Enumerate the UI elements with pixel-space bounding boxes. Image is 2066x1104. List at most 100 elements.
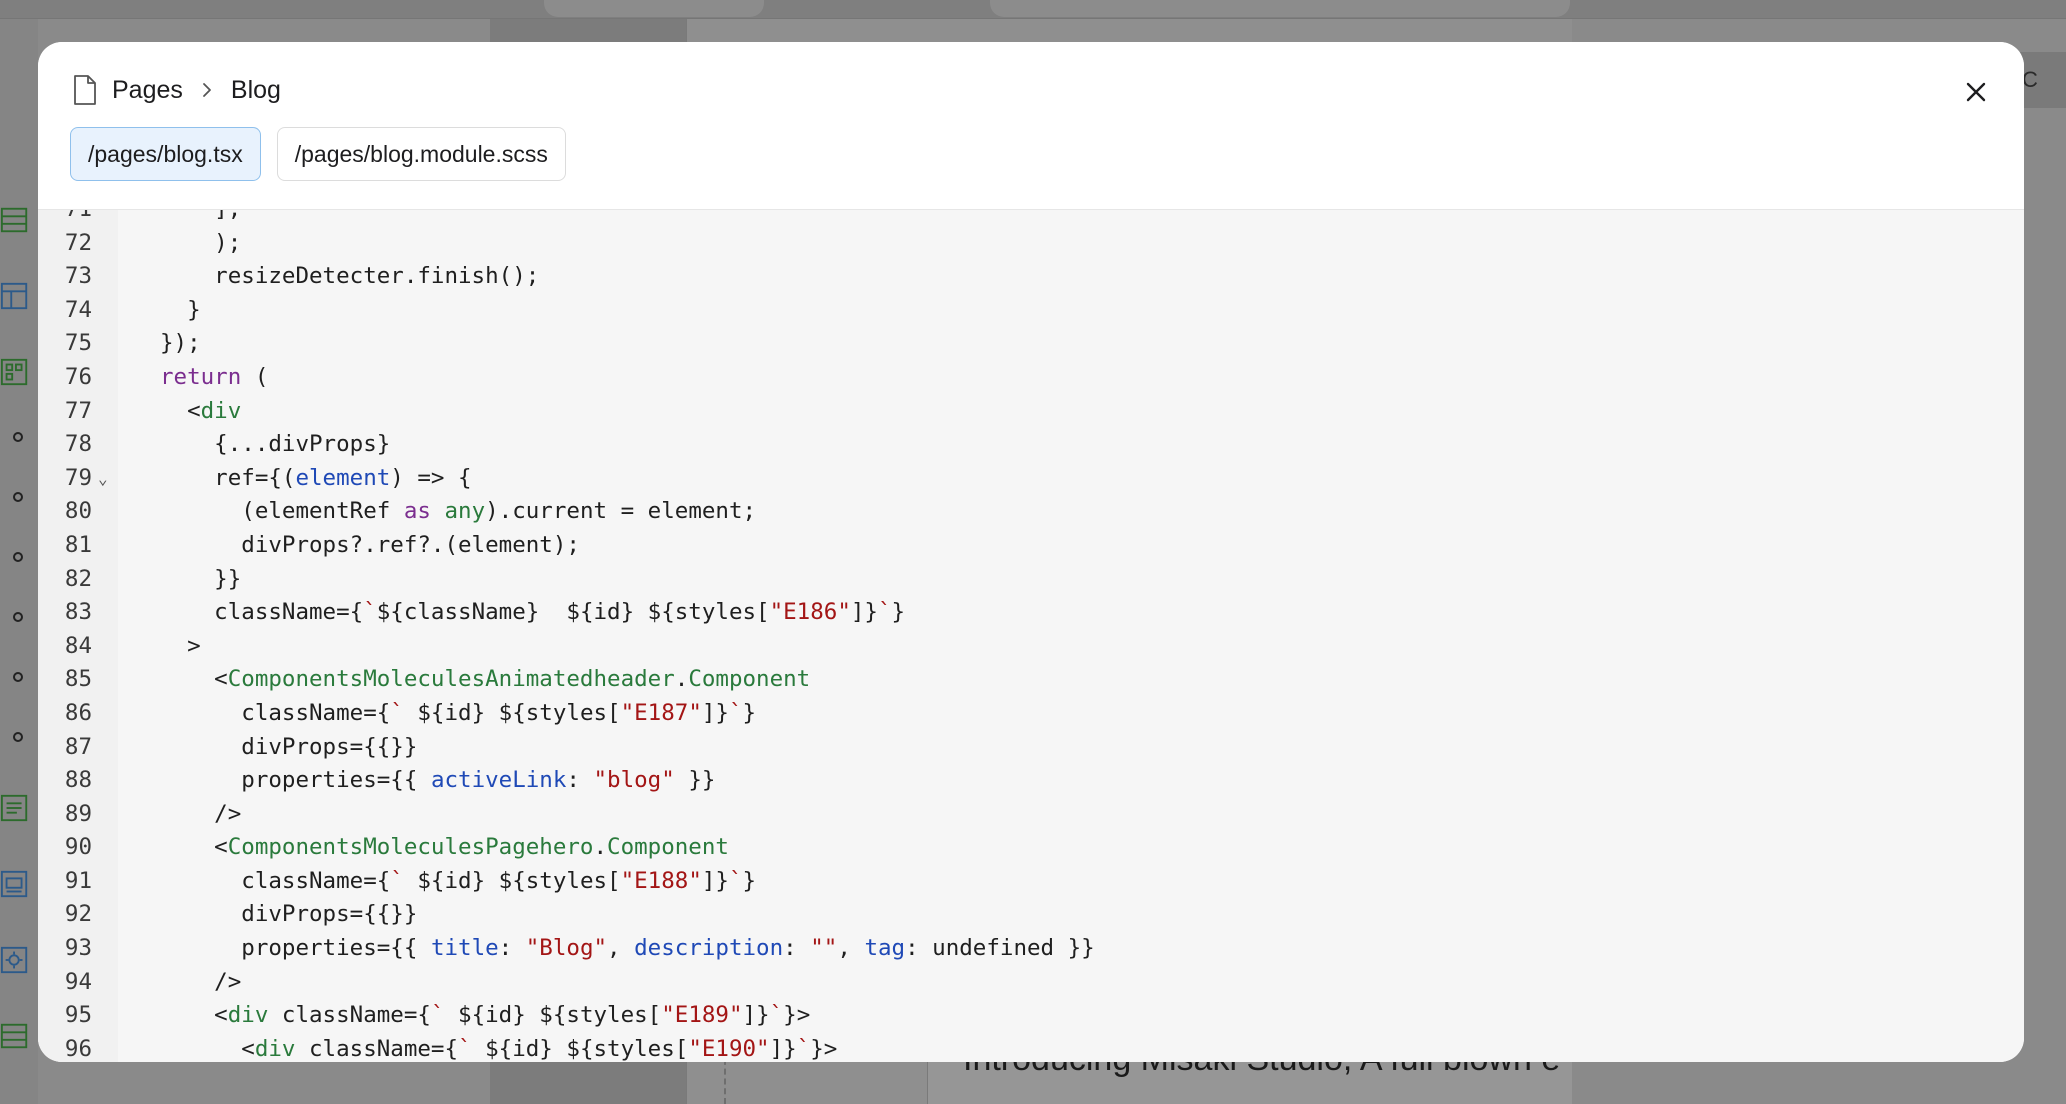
text-block-icon[interactable] — [0, 792, 30, 824]
code-token: Component — [688, 666, 811, 693]
code-line: 83 className={`${className} ${id} ${styl… — [38, 596, 2024, 630]
code-text: className={` ${id} ${styles["E187"]}`} — [160, 697, 756, 731]
code-token: ` — [796, 1035, 811, 1062]
code-token: element — [295, 464, 391, 491]
line-number: 81 — [64, 531, 92, 558]
code-token: }> — [783, 1002, 811, 1029]
layout-icon[interactable] — [0, 280, 30, 312]
code-line: 95 <div className={` ${id} ${styles["E18… — [38, 999, 2024, 1033]
tab-blog-module-scss[interactable]: /pages/blog.module.scss — [276, 127, 566, 181]
line-number: 79 — [64, 464, 92, 491]
code-text: properties={{ activeLink: "blog" }} — [160, 764, 715, 798]
code-token: "E189" — [661, 1002, 743, 1029]
code-text: ], — [160, 210, 241, 227]
code-text: <div className={` ${id} ${styles["E190"]… — [160, 1033, 837, 1062]
rows-icon[interactable] — [0, 204, 30, 236]
line-number: 83 — [64, 599, 92, 626]
code-token: div — [254, 1035, 296, 1062]
code-text: (elementRef as any).current = element; — [160, 495, 756, 529]
code-token: "E187" — [620, 699, 702, 726]
code-line: 91 className={` ${id} ${styles["E188"]}`… — [38, 865, 2024, 899]
code-text: divProps={{}} — [160, 898, 417, 932]
code-line: 76 return ( — [38, 361, 2024, 395]
code-token: < — [160, 1035, 255, 1062]
code-token: "E190" — [688, 1035, 770, 1062]
line-number: 80 — [64, 498, 92, 525]
code-line: 73 resizeDetecter.finish(); — [38, 260, 2024, 294]
tree-node-icon[interactable] — [13, 552, 23, 562]
code-line: 84 > — [38, 630, 2024, 664]
tree-node-icon[interactable] — [13, 732, 23, 742]
code-token: ` — [728, 699, 743, 726]
code-token: ${id} ${styles[ — [471, 1035, 689, 1062]
code-token: . — [593, 834, 608, 861]
code-token: ${className} ${id} ${styles[ — [376, 599, 770, 626]
code-token: div — [227, 1002, 269, 1029]
code-token: properties={{ — [160, 767, 431, 794]
code-token: < — [160, 1002, 228, 1029]
line-number: 71 — [38, 210, 92, 227]
file-icon — [74, 75, 96, 105]
background-right-chip-letter: C — [2022, 67, 2038, 92]
tree-node-icon[interactable] — [13, 432, 23, 442]
tree-node-icon[interactable] — [13, 672, 23, 682]
close-icon[interactable] — [1958, 74, 1994, 110]
code-token: } — [160, 296, 201, 323]
code-line: 82 }} — [38, 563, 2024, 597]
grid-icon[interactable] — [0, 356, 30, 388]
code-text: <div className={` ${id} ${styles["E189"]… — [160, 999, 810, 1033]
line-number: 76 — [64, 363, 92, 390]
code-token: ], — [160, 210, 241, 222]
code-token: ` — [390, 867, 404, 894]
tab-blog-tsx[interactable]: /pages/blog.tsx — [70, 127, 261, 181]
code-text: > — [160, 630, 201, 664]
code-token: ${id} ${styles[ — [444, 1002, 662, 1029]
frame-icon[interactable] — [0, 868, 30, 900]
code-line: 90 <ComponentsMoleculesPagehero.Componen… — [38, 831, 2024, 865]
code-token: "" — [810, 935, 838, 962]
code-text: }); — [160, 327, 201, 361]
code-editor[interactable]: 71 ],72 );73 resizeDetecter.finish();74 … — [38, 210, 2024, 1062]
tree-node-icon[interactable] — [13, 492, 23, 502]
code-token: ` — [363, 599, 377, 626]
code-text: <ComponentsMoleculesPagehero.Component — [160, 831, 729, 865]
code-token: {...divProps} — [160, 431, 391, 458]
background-tab — [544, 0, 764, 17]
code-token: } — [891, 599, 906, 626]
line-number: 84 — [64, 632, 92, 659]
code-line: 92 divProps={{}} — [38, 898, 2024, 932]
line-number: 95 — [64, 1002, 92, 1029]
tree-node-icon[interactable] — [13, 612, 23, 622]
code-token: : — [566, 767, 594, 794]
code-token: className={ — [295, 1035, 459, 1062]
line-number: 86 — [64, 699, 92, 726]
code-line: 77 <div — [38, 395, 2024, 429]
code-token: ref={( — [160, 464, 296, 491]
modal-header: Pages Blog /pages/blog.tsx /pages/blog.m… — [38, 42, 2024, 210]
code-token: divProps={{}} — [160, 733, 418, 760]
code-token: className={ — [160, 699, 391, 726]
code-token: ` — [728, 867, 743, 894]
code-line: 72 ); — [38, 227, 2024, 261]
code-line: 75}); — [38, 327, 2024, 361]
code-line: 86 className={` ${id} ${styles["E187"]}`… — [38, 697, 2024, 731]
code-token: : — [498, 935, 526, 962]
fold-chevron-icon[interactable]: ⌄ — [98, 462, 108, 496]
code-token: ); — [160, 229, 242, 256]
background-tab — [990, 0, 1570, 17]
code-token: }} — [160, 565, 242, 592]
code-token: < — [160, 397, 201, 424]
code-token: ( — [241, 363, 269, 390]
code-token: , — [837, 935, 865, 962]
code-token: className={ — [160, 867, 391, 894]
code-token: divProps={{}} — [160, 901, 418, 928]
breadcrumb-root[interactable]: Pages — [112, 76, 183, 105]
code-text: ref={(element) => { — [160, 462, 471, 496]
line-number: 89 — [64, 800, 92, 827]
rows-icon[interactable] — [0, 1020, 30, 1052]
settings-icon[interactable] — [0, 944, 30, 976]
code-token: divProps?.ref?.(element); — [160, 531, 580, 558]
code-token: resizeDetecter.finish(); — [160, 263, 540, 290]
line-number: 73 — [64, 263, 92, 290]
